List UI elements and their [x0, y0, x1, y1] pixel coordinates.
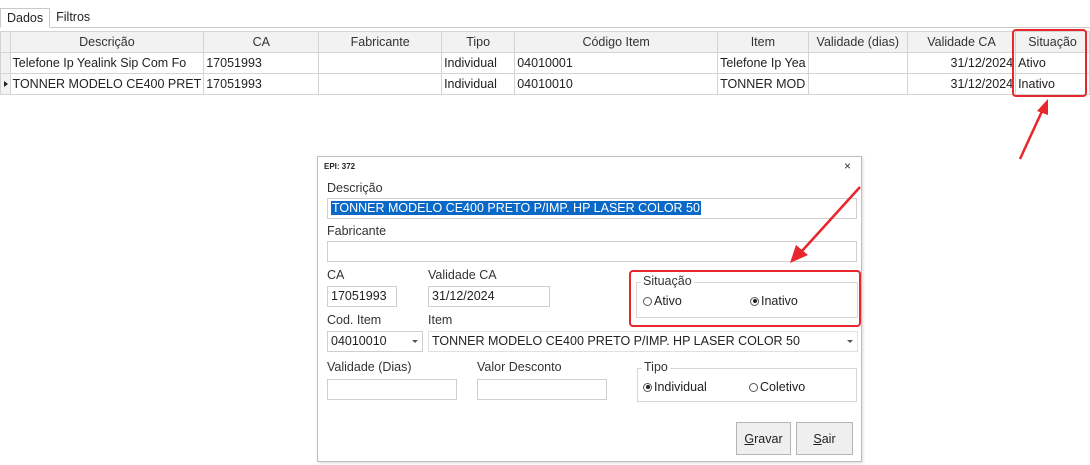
cell-fabricante[interactable]: [318, 73, 443, 95]
situacao-column-highlight: [1012, 29, 1087, 97]
validade-ca-field[interactable]: 31/12/2024: [428, 286, 550, 307]
col-header-tipo[interactable]: Tipo: [441, 31, 516, 53]
row-header[interactable]: [0, 73, 11, 95]
cell-tipo[interactable]: Individual: [441, 52, 516, 74]
cell-validade-dias[interactable]: [807, 73, 908, 95]
radio-coletivo-label: Coletivo: [760, 380, 806, 394]
radio-coletivo[interactable]: Coletivo: [749, 380, 805, 394]
ca-field[interactable]: 17051993: [327, 286, 397, 307]
cell-validade-dias[interactable]: [807, 52, 908, 74]
radio-coletivo-circle-icon: [749, 382, 758, 392]
cell-validade-ca[interactable]: 31/12/2024: [906, 73, 1017, 95]
grid-header-row: Descrição CA Fabricante Tipo Código Item…: [0, 31, 1090, 53]
close-icon[interactable]: ×: [844, 159, 851, 173]
table-row[interactable]: Telefone Ip Yealink Sip Com Fo 17051993 …: [0, 52, 1090, 74]
row-header[interactable]: [0, 52, 11, 74]
descricao-label: Descrição: [327, 181, 383, 195]
validade-dias-field[interactable]: [327, 379, 457, 400]
col-header-validade-dias[interactable]: Validade (dias): [807, 31, 908, 53]
gravar-mnemonic: G: [744, 431, 755, 446]
sair-button[interactable]: Sair: [796, 422, 853, 455]
cell-item[interactable]: TONNER MOD: [717, 73, 809, 95]
gravar-label: ravar: [754, 431, 783, 446]
tab-filtros[interactable]: Filtros: [50, 8, 96, 28]
cell-descricao[interactable]: TONNER MODELO CE400 PRET: [9, 73, 205, 95]
col-header-validade-ca[interactable]: Validade CA: [906, 31, 1017, 53]
gravar-button[interactable]: Gravar: [736, 422, 791, 455]
item-combo[interactable]: TONNER MODELO CE400 PRETO P/IMP. HP LASE…: [428, 331, 858, 352]
fabricante-field[interactable]: [327, 241, 857, 262]
cell-descricao[interactable]: Telefone Ip Yealink Sip Com Fo: [9, 52, 205, 74]
epi-grid: Descrição CA Fabricante Tipo Código Item…: [0, 31, 1090, 95]
col-header-fabricante[interactable]: Fabricante: [318, 31, 443, 53]
descricao-field[interactable]: TONNER MODELO CE400 PRETO P/IMP. HP LASE…: [327, 198, 857, 219]
fabricante-label: Fabricante: [327, 224, 387, 238]
validade-dias-label: Validade (Dias): [327, 360, 412, 374]
cod-item-combo[interactable]: 04010010: [327, 331, 423, 352]
situacao-group-highlight: [629, 270, 861, 327]
sair-label: air: [821, 431, 836, 446]
tab-divider: [0, 27, 1090, 28]
sair-mnemonic: S: [813, 431, 822, 446]
grid-corner: [0, 31, 11, 53]
descricao-value: TONNER MODELO CE400 PRETO P/IMP. HP LASE…: [331, 201, 701, 215]
cell-tipo[interactable]: Individual: [441, 73, 516, 95]
cod-item-label: Cod. Item: [327, 313, 382, 327]
ca-label: CA: [327, 268, 345, 282]
annotation-arrow-icon: [790, 186, 861, 263]
tab-dados[interactable]: Dados: [0, 8, 51, 28]
cell-validade-ca[interactable]: 31/12/2024: [906, 52, 1017, 74]
radio-individual-label: Individual: [654, 380, 707, 394]
cell-codigo-item[interactable]: 04010010: [514, 73, 719, 95]
col-header-item[interactable]: Item: [717, 31, 809, 53]
cell-ca[interactable]: 17051993: [203, 52, 320, 74]
current-row-indicator-icon: [4, 81, 8, 87]
validade-ca-label: Validade CA: [428, 268, 497, 282]
col-header-descricao[interactable]: Descrição: [9, 31, 205, 53]
cell-fabricante[interactable]: [318, 52, 443, 74]
cod-item-value: 04010010: [331, 334, 387, 348]
tipo-legend: Tipo: [642, 360, 670, 374]
col-header-ca[interactable]: CA: [203, 31, 320, 53]
radio-individual[interactable]: Individual: [643, 380, 707, 394]
valor-desconto-field[interactable]: [477, 379, 607, 400]
item-chevron-down-icon[interactable]: [847, 340, 853, 343]
table-row[interactable]: TONNER MODELO CE400 PRET 17051993 Indivi…: [0, 73, 1090, 95]
cell-codigo-item[interactable]: 04010001: [514, 52, 719, 74]
radio-individual-circle-icon: [643, 382, 652, 392]
dialog-title: EPI: 372: [324, 162, 356, 171]
item-label: Item: [428, 313, 453, 327]
cod-item-chevron-down-icon[interactable]: [412, 340, 418, 343]
annotation-arrow-icon: [1018, 99, 1048, 160]
col-header-codigo-item[interactable]: Código Item: [514, 31, 719, 53]
cell-item[interactable]: Telefone Ip Yea: [717, 52, 809, 74]
tab-bar: Dados Filtros: [0, 8, 96, 28]
cell-ca[interactable]: 17051993: [203, 73, 320, 95]
valor-desconto-label: Valor Desconto: [477, 360, 562, 374]
item-value: TONNER MODELO CE400 PRETO P/IMP. HP LASE…: [432, 334, 800, 348]
